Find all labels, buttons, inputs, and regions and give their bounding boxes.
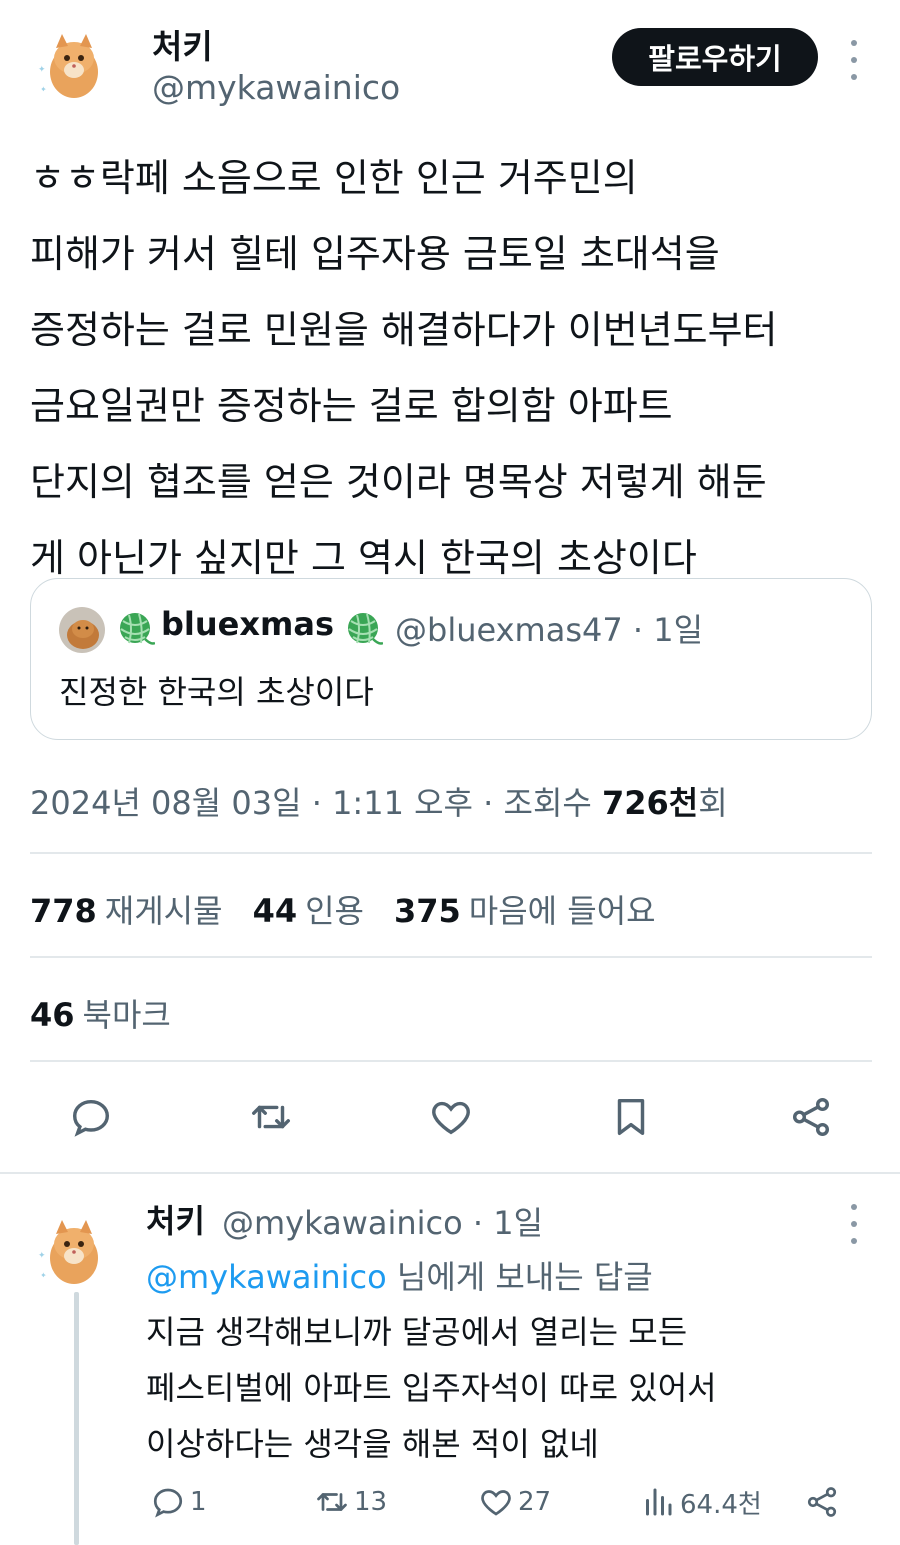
more-options-icon[interactable] — [847, 40, 861, 80]
views-label: 조회수 — [503, 784, 592, 822]
repost-count: 13 — [354, 1487, 388, 1517]
quote-meta: @bluexmas47 · 1일 — [395, 605, 703, 651]
quotes-count: 44 — [252, 892, 298, 930]
reply-author-avatar[interactable]: ✦ ✦ — [32, 1208, 114, 1290]
reply-line: 페스티벌에 아파트 입주자석이 따로 있어서 — [146, 1369, 717, 1407]
share-icon[interactable] — [786, 1092, 836, 1142]
reply-reply-button[interactable]: 1 — [150, 1482, 207, 1522]
likes-count: 375 — [393, 892, 461, 930]
separator-dot: · — [483, 784, 494, 822]
divider — [30, 956, 872, 958]
mention-link[interactable]: @mykawainico — [146, 1258, 387, 1296]
reply-time[interactable]: 1일 — [493, 1204, 543, 1242]
tweet-time[interactable]: 1:11 오후 — [332, 784, 473, 822]
likes-label: 마음에 들어요 — [468, 892, 656, 930]
views-chart-icon — [646, 1488, 672, 1516]
share-icon — [807, 1487, 837, 1517]
quote-author-handle: @bluexmas47 — [395, 611, 623, 649]
tweet-line: 단지의 협조를 얻은 것이라 명목상 저렇게 해둔 — [30, 460, 767, 504]
reply-like-button[interactable]: 27 — [478, 1482, 551, 1522]
views-count: 64.4천 — [680, 1489, 762, 1520]
tweet-date[interactable]: 2024년 08월 03일 — [30, 784, 302, 822]
repost-icon — [317, 1493, 347, 1511]
reply-text: 지금 생각해보니까 달공에서 열리는 모든 페스티벌에 아파트 입주자석이 따로… — [146, 1304, 717, 1472]
like-icon[interactable] — [426, 1092, 476, 1142]
tweet-line: 금요일권만 증정하는 걸로 합의함 아파트 — [30, 384, 673, 428]
svg-text:✦: ✦ — [38, 1251, 46, 1261]
reply-author-name[interactable]: 처키 — [146, 1196, 205, 1242]
tweet-line: ㅎㅎ락페 소음으로 인한 인근 거주민의 — [30, 156, 638, 200]
tweet-line: 증정하는 걸로 민원을 해결하다가 이번년도부터 — [30, 308, 778, 352]
bookmarks-label: 북마크 — [82, 996, 171, 1034]
svg-text:✦: ✦ — [38, 65, 46, 75]
quotes-label: 인용 — [305, 892, 364, 930]
likes-stat[interactable]: 375 마음에 들어요 — [394, 886, 656, 932]
like-count: 27 — [518, 1487, 552, 1517]
reposts-stat[interactable]: 778 재게시물 — [30, 886, 223, 932]
reposts-label: 재게시물 — [104, 892, 223, 930]
separator-dot: · — [472, 1204, 484, 1242]
reply-count: 1 — [190, 1487, 207, 1517]
reply-icon[interactable] — [66, 1092, 116, 1142]
bookmarks-stat[interactable]: 46 북마크 — [30, 990, 171, 1036]
quoted-tweet[interactable]: bluexmas @bluexmas47 · 1일 진정한 한국의 초상이다 — [30, 578, 872, 740]
reply-more-options-icon[interactable] — [847, 1204, 861, 1244]
replying-to-label: 님에게 보내는 답글 — [386, 1258, 653, 1296]
like-icon — [481, 1490, 511, 1516]
reply-views-button[interactable]: 64.4천 — [640, 1482, 762, 1522]
reply-share-button[interactable] — [804, 1482, 840, 1522]
section-divider — [0, 1172, 900, 1174]
reply-line: 지금 생각해보니까 달공에서 열리는 모든 — [146, 1313, 688, 1351]
quote-author-avatar — [59, 607, 105, 653]
bookmarks-count: 46 — [30, 996, 75, 1034]
svg-text:✦: ✦ — [40, 85, 47, 94]
quote-author-name: bluexmas — [161, 605, 334, 643]
separator-dot: · — [632, 611, 644, 649]
bookmark-icon[interactable] — [606, 1092, 656, 1142]
reposts-count: 778 — [30, 892, 97, 930]
tweet-timestamp: 2024년 08월 03일 · 1:11 오후 · 조회수 726천회 — [30, 778, 728, 824]
reply-line: 이상하다는 생각을 해본 적이 없네 — [146, 1425, 599, 1463]
reply-author-handle[interactable]: @mykawainico — [222, 1204, 463, 1242]
quote-text: 진정한 한국의 초상이다 — [59, 673, 374, 711]
views-suffix: 회 — [698, 784, 728, 822]
replying-to: @mykawainico 님에게 보내는 답글 — [146, 1252, 653, 1298]
author-handle[interactable]: @mykawainico — [152, 68, 400, 107]
yarn-ball-icon — [348, 613, 383, 645]
tweet-line: 피해가 커서 힐테 입주자용 금토일 초대석을 — [30, 232, 720, 276]
yarn-ball-icon — [120, 613, 155, 645]
separator-dot: · — [311, 784, 322, 822]
author-avatar[interactable]: ✦ ✦ — [32, 22, 114, 104]
views-count: 726천 — [602, 784, 699, 822]
follow-button[interactable]: 팔로우하기 — [612, 28, 818, 86]
svg-text:✦: ✦ — [40, 1271, 47, 1280]
repost-icon[interactable] — [246, 1092, 296, 1142]
reply-repost-button[interactable]: 13 — [314, 1482, 387, 1522]
tweet-text: ㅎㅎ락페 소음으로 인한 인근 거주민의 피해가 커서 힐테 입주자용 금토일 … — [30, 140, 880, 596]
reply-meta: @mykawainico · 1일 — [222, 1198, 543, 1244]
reply-icon — [153, 1488, 183, 1518]
thread-line — [74, 1292, 79, 1545]
divider — [30, 1060, 872, 1062]
divider — [30, 852, 872, 854]
quote-time: 1일 — [653, 611, 704, 649]
author-name[interactable]: 처키 — [152, 20, 213, 68]
engagement-stats: 778 재게시물 44 인용 375 마음에 들어요 — [30, 886, 656, 932]
quotes-stat[interactable]: 44 인용 — [253, 886, 364, 932]
